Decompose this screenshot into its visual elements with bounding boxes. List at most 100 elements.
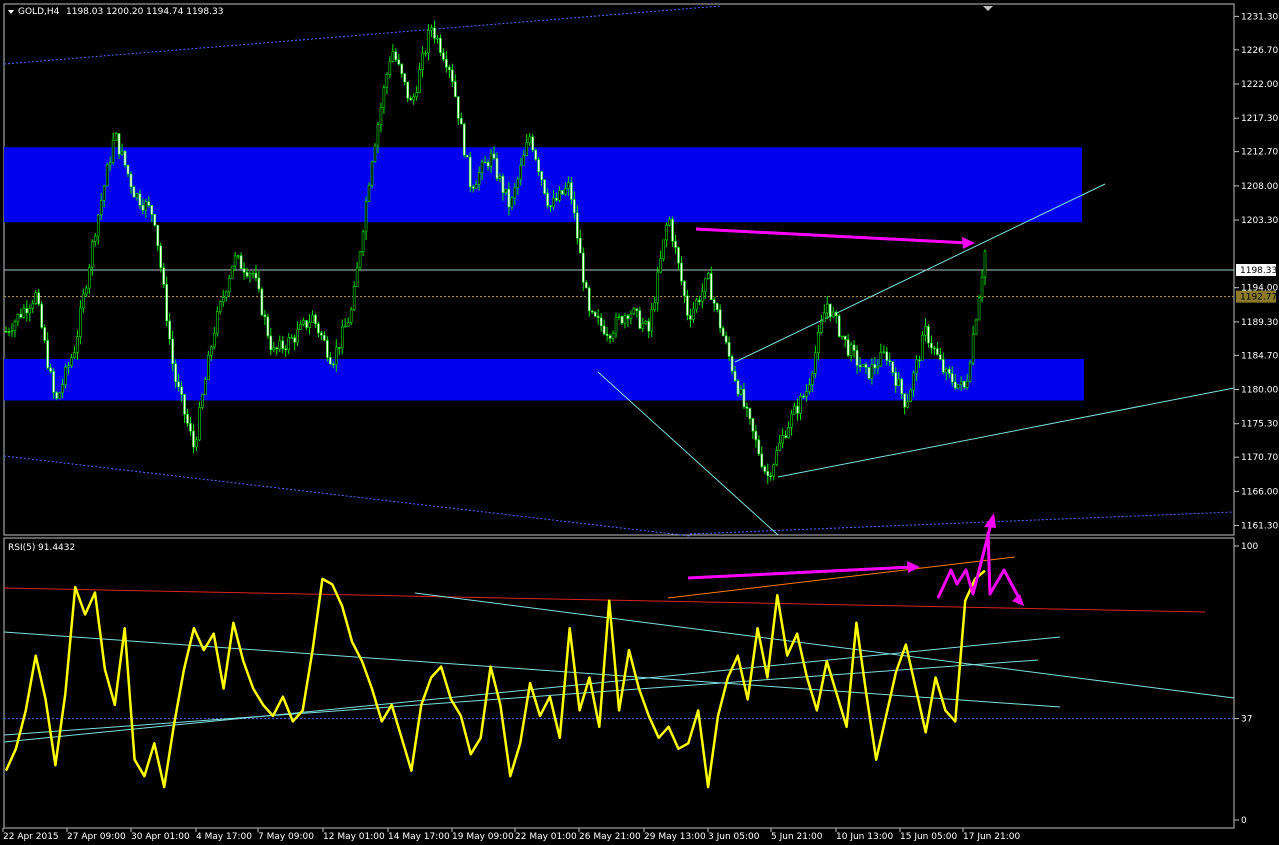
candle-body — [343, 325, 347, 328]
candle-body — [671, 218, 674, 242]
candle-body — [111, 139, 115, 163]
time-tick-label: 29 May 13:00 — [644, 832, 706, 842]
candle-body — [730, 356, 734, 372]
bid-price-tag-text: 1192.77 — [1240, 293, 1277, 303]
candle-body — [311, 314, 314, 323]
candle-body — [153, 214, 157, 226]
candle-body — [314, 314, 317, 325]
chart-window: 1231.30 1226.70 1222.00 1217.30 1212.70 1208.… — [0, 0, 1279, 845]
candle-body — [403, 73, 407, 83]
candle-body — [802, 395, 805, 398]
candle-body — [775, 450, 779, 465]
candle-body — [629, 313, 633, 319]
candle-body — [465, 154, 469, 158]
candle-body — [888, 360, 892, 363]
candle-body — [278, 340, 282, 350]
candle-body — [242, 268, 246, 273]
candle-body — [790, 413, 793, 428]
candle-body — [379, 107, 383, 125]
candle-body — [942, 359, 945, 373]
candle-body — [584, 282, 588, 289]
candle-body — [31, 303, 35, 309]
candle-body — [614, 317, 618, 334]
rsi-label: RSI(5) — [8, 543, 35, 553]
candle-body — [953, 381, 957, 389]
rsi-tick-label: 37 — [1241, 715, 1252, 725]
candle-body — [510, 197, 514, 208]
candle-body — [650, 309, 654, 332]
candle-body — [879, 351, 883, 367]
candle-body — [82, 293, 85, 309]
candle-body — [406, 81, 410, 99]
candle-body — [573, 199, 576, 214]
candle-body — [198, 407, 201, 441]
candle-body — [290, 337, 293, 339]
candle-body — [275, 347, 279, 350]
candle-body — [486, 161, 490, 167]
candle-body — [695, 299, 698, 310]
candle-body — [40, 303, 44, 328]
price-tick-label: 1175.30 — [1241, 420, 1278, 430]
candle-body — [397, 59, 401, 65]
candle-body — [269, 335, 273, 351]
candle-body — [766, 471, 770, 477]
candle-body — [79, 307, 82, 337]
candle-body — [159, 245, 163, 269]
candle-body — [388, 61, 392, 75]
candle-body — [936, 348, 939, 355]
candle-body — [513, 187, 517, 199]
candle-body — [305, 320, 308, 328]
candle-body — [579, 237, 582, 254]
candle-body — [233, 255, 237, 267]
candle-body — [939, 354, 942, 360]
candle-body — [165, 284, 168, 322]
candle-body — [703, 278, 707, 292]
candle-body — [808, 384, 811, 393]
candle-body — [855, 350, 859, 366]
candle-body — [680, 262, 683, 282]
candle-body — [189, 423, 192, 432]
candle-body — [320, 332, 323, 336]
background — [0, 0, 1279, 845]
candle-body — [302, 320, 305, 325]
candle-body — [983, 250, 987, 278]
candle-body — [376, 124, 380, 147]
candle-body — [138, 193, 142, 206]
time-tick-label: 5 Jun 21:00 — [771, 832, 823, 842]
candle-body — [352, 286, 356, 311]
candle-body — [85, 287, 88, 295]
candle-body — [522, 154, 526, 166]
candle-body — [480, 161, 484, 173]
candle-body — [212, 332, 216, 348]
candle-body — [593, 311, 597, 317]
candle-body — [230, 265, 234, 279]
time-tick-label: 4 May 17:00 — [196, 832, 252, 842]
candle-body — [135, 193, 139, 198]
candle-body — [852, 344, 856, 351]
candle-body — [224, 291, 228, 298]
candle-body — [489, 153, 493, 167]
candle-body — [721, 327, 725, 337]
candle-body — [641, 323, 645, 329]
candle-body — [617, 316, 621, 318]
time-tick-label: 7 May 09:00 — [258, 832, 314, 842]
candle-body — [210, 346, 213, 356]
candle-body — [361, 231, 365, 253]
candle-body — [528, 136, 532, 144]
candle-body — [837, 315, 841, 337]
symbol-label: GOLD,H4 — [18, 7, 60, 17]
candle-body — [37, 292, 41, 305]
candle-body — [787, 426, 790, 438]
time-tick-label: 19 May 09:00 — [452, 832, 514, 842]
candle-body — [900, 378, 903, 395]
candle-body — [272, 347, 276, 351]
candle-body — [43, 327, 46, 341]
candle-body — [549, 205, 552, 208]
candle-body — [965, 380, 969, 388]
candle-body — [132, 186, 136, 198]
candle-body — [260, 288, 264, 316]
candle-body — [34, 292, 38, 304]
candle-body — [846, 339, 850, 356]
candle-body — [22, 308, 26, 318]
candle-body — [864, 364, 868, 368]
